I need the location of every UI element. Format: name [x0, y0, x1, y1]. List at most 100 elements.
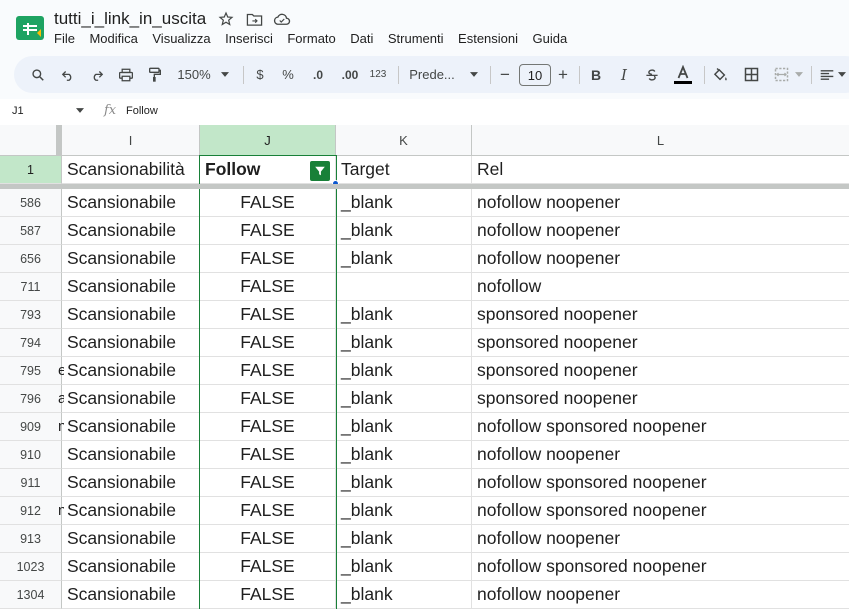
cell-i[interactable]: Scansionabile — [62, 469, 200, 497]
cell-j[interactable]: FALSE — [200, 469, 336, 497]
column-header-l[interactable]: L — [472, 125, 849, 156]
paint-format-icon[interactable] — [145, 56, 165, 93]
cell-k[interactable]: _blank — [336, 441, 472, 469]
row-header-1[interactable]: 1 — [0, 156, 62, 184]
cell-l[interactable]: nofollow noopener — [472, 581, 849, 609]
horizontal-align-icon[interactable] — [818, 56, 836, 93]
cell-i[interactable]: Scansionabile — [62, 217, 200, 245]
menu-inserisci[interactable]: Inserisci — [225, 31, 273, 46]
menu-file[interactable]: File — [54, 31, 75, 46]
cell-k[interactable]: _blank — [336, 497, 472, 525]
cell-j[interactable]: FALSE — [200, 245, 336, 273]
font-dropdown-icon[interactable] — [468, 56, 480, 93]
cell-l[interactable]: nofollow noopener — [472, 525, 849, 553]
cell-j[interactable]: FALSE — [200, 329, 336, 357]
increase-font-size-button[interactable]: + — [556, 56, 570, 93]
cell-i[interactable]: Scansionabile — [62, 581, 200, 609]
row-header[interactable]: 656 — [0, 245, 62, 273]
cell-l[interactable]: sponsored noopener — [472, 385, 849, 413]
cell-l[interactable]: nofollow noopener — [472, 245, 849, 273]
cell-j[interactable]: FALSE — [200, 497, 336, 525]
row-header[interactable]: 913 — [0, 525, 62, 553]
cell-j[interactable]: FALSE — [200, 581, 336, 609]
merge-dropdown-icon[interactable] — [794, 56, 804, 93]
row-header[interactable]: 796 — [0, 385, 62, 413]
filter-button[interactable] — [310, 161, 330, 181]
cell-i[interactable]: Scansionabile — [62, 525, 200, 553]
menu-dati[interactable]: Dati — [350, 31, 373, 46]
borders-icon[interactable] — [742, 56, 760, 93]
row-header[interactable]: 586 — [0, 189, 62, 217]
menu-visualizza[interactable]: Visualizza — [152, 31, 210, 46]
cell-i[interactable]: Scansionabile — [62, 301, 200, 329]
print-icon[interactable] — [116, 56, 136, 93]
cell-l[interactable]: sponsored noopener — [472, 301, 849, 329]
cell-k[interactable]: _blank — [336, 553, 472, 581]
cell-j[interactable]: FALSE — [200, 413, 336, 441]
cell-j[interactable]: FALSE — [200, 441, 336, 469]
cell-l[interactable]: nofollow noopener — [472, 441, 849, 469]
cell-k[interactable]: _blank — [336, 581, 472, 609]
cell-j[interactable]: FALSE — [200, 525, 336, 553]
number-format-button[interactable]: 123 — [367, 56, 389, 93]
cloud-status-icon[interactable] — [272, 10, 292, 28]
cell-i[interactable]: Scansionabile — [62, 497, 200, 525]
cell-l[interactable]: sponsored noopener — [472, 329, 849, 357]
cell-j[interactable]: FALSE — [200, 273, 336, 301]
sheets-logo-icon[interactable] — [15, 13, 45, 43]
cell-j[interactable]: FALSE — [200, 217, 336, 245]
document-title[interactable]: tutti_i_link_in_uscita — [54, 9, 206, 29]
cell-l1[interactable]: Rel — [472, 156, 849, 184]
cell-j[interactable]: FALSE — [200, 189, 336, 217]
folder-move-icon[interactable] — [244, 10, 264, 28]
cell-i[interactable]: Scansionabile — [62, 553, 200, 581]
menu-modifica[interactable]: Modifica — [89, 31, 137, 46]
cell-l[interactable]: nofollow sponsored noopener — [472, 553, 849, 581]
cell-l[interactable]: sponsored noopener — [472, 357, 849, 385]
cell-k[interactable]: _blank — [336, 329, 472, 357]
row-header[interactable]: 587 — [0, 217, 62, 245]
cell-k[interactable]: _blank — [336, 413, 472, 441]
font-size-input[interactable]: 10 — [519, 64, 551, 86]
cell-i[interactable]: Scansionabile — [62, 385, 200, 413]
bold-button[interactable]: B — [588, 56, 604, 93]
cell-l[interactable]: nofollow noopener — [472, 189, 849, 217]
percent-format-button[interactable]: % — [280, 56, 296, 93]
row-header[interactable]: 909 — [0, 413, 62, 441]
undo-icon[interactable] — [58, 56, 78, 93]
strikethrough-icon[interactable] — [644, 56, 660, 93]
increase-decimals-button[interactable]: .00 — [337, 56, 363, 93]
menu-guida[interactable]: Guida — [533, 31, 568, 46]
search-menus-icon[interactable] — [28, 56, 48, 93]
italic-button[interactable]: I — [616, 56, 632, 93]
cell-i[interactable]: Scansionabile — [62, 357, 200, 385]
cell-l[interactable]: nofollow — [472, 273, 849, 301]
row-header[interactable]: 795 — [0, 357, 62, 385]
row-header[interactable]: 912 — [0, 497, 62, 525]
redo-icon[interactable] — [87, 56, 107, 93]
decrease-decimals-button[interactable]: .0 — [307, 56, 329, 93]
star-icon[interactable] — [216, 10, 236, 28]
zoom-select[interactable]: 150% — [174, 56, 214, 93]
cell-l[interactable]: nofollow sponsored noopener — [472, 469, 849, 497]
cell-j[interactable]: FALSE — [200, 357, 336, 385]
row-header[interactable]: 793 — [0, 301, 62, 329]
cell-i[interactable]: Scansionabile — [62, 329, 200, 357]
column-header-i[interactable]: I — [62, 125, 200, 156]
row-header[interactable]: 794 — [0, 329, 62, 357]
cell-k1[interactable]: Target — [336, 156, 472, 184]
cell-i[interactable]: Scansionabile — [62, 273, 200, 301]
select-all-corner[interactable] — [0, 125, 62, 156]
cell-k[interactable]: _blank — [336, 525, 472, 553]
cell-l[interactable]: nofollow noopener — [472, 217, 849, 245]
decrease-font-size-button[interactable]: − — [498, 56, 512, 93]
cell-l[interactable]: nofollow sponsored noopener — [472, 413, 849, 441]
name-box-dropdown-icon[interactable] — [76, 108, 84, 113]
cell-l[interactable]: nofollow sponsored noopener — [472, 497, 849, 525]
row-header[interactable]: 1023 — [0, 553, 62, 581]
merge-cells-icon[interactable] — [772, 56, 790, 93]
cell-j[interactable]: FALSE — [200, 301, 336, 329]
cell-k[interactable]: _blank — [336, 385, 472, 413]
align-dropdown-icon[interactable] — [837, 56, 847, 93]
column-header-j[interactable]: J — [200, 125, 336, 156]
